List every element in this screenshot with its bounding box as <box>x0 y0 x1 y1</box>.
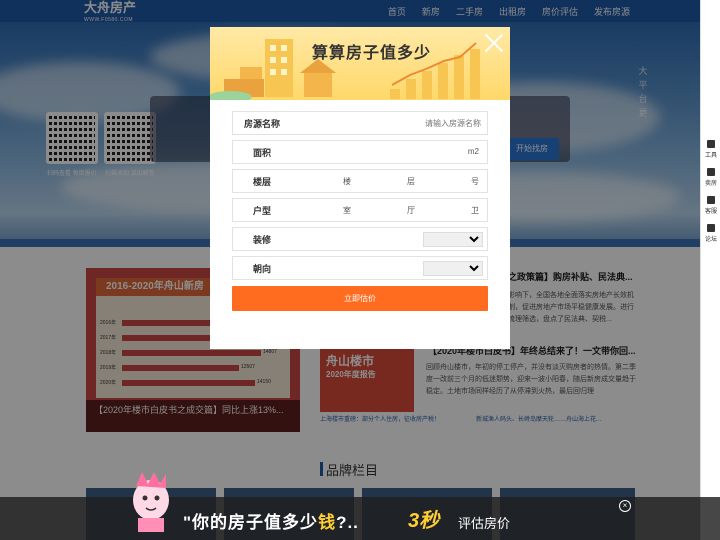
promo-text-b: ?.. <box>336 513 359 532</box>
promo-evaluate-label: 评估房价 <box>458 516 511 531</box>
promo-headline: "你的房子值多少钱?.. <box>183 508 359 533</box>
toolbar-forum[interactable]: 论坛 <box>701 224 720 243</box>
decoration-select[interactable] <box>423 232 483 247</box>
layout-unit-rooms: 室 <box>343 205 351 215</box>
decoration-label: 装修 <box>252 234 271 245</box>
house-icon <box>707 168 715 176</box>
chat-icon <box>707 196 715 204</box>
calculator-icon <box>707 140 715 148</box>
row-area: 面积 m2 <box>232 140 488 164</box>
area-label: 面积 <box>252 147 271 158</box>
promo-text-highlight: 钱 <box>318 513 337 532</box>
promo-text-a: "你的房子值多少 <box>183 513 319 532</box>
layout-label: 户型 <box>252 205 271 216</box>
floor-inputs[interactable]: 楼 层 号 <box>291 176 487 187</box>
price-estimate-modal: 算算房子值多少 房源名称 面积 m2 楼层 楼 层 号 户型 室 厅 卫 <box>210 27 510 349</box>
orientation-select[interactable] <box>423 261 483 276</box>
row-layout: 户型 室 厅 卫 <box>232 198 488 222</box>
promo-seconds: 3秒 <box>408 510 440 532</box>
area-unit: m2 <box>467 147 479 156</box>
layout-inputs[interactable]: 室 厅 卫 <box>291 205 487 216</box>
property-name-input[interactable] <box>291 112 487 134</box>
row-decoration: 装修 <box>232 227 488 251</box>
estimate-form: 房源名称 面积 m2 楼层 楼 层 号 户型 室 厅 卫 装修 <box>232 111 488 285</box>
area-input[interactable] <box>291 141 487 163</box>
toolbar-tools[interactable]: 工具 <box>701 140 720 159</box>
property-name-label: 房源名称 <box>243 118 280 129</box>
mascot-icon <box>133 472 169 532</box>
floor-unit-building: 楼 <box>343 176 351 186</box>
toolbar-sell-label: 卖房 <box>704 181 717 187</box>
row-orientation: 朝向 <box>232 256 488 280</box>
floor-label: 楼层 <box>252 176 271 187</box>
header-illustration <box>210 39 480 100</box>
modal-close-icon[interactable] <box>484 33 504 53</box>
estimate-submit-button[interactable]: 立即估价 <box>232 286 488 311</box>
modal-title: 算算房子值多少 <box>312 45 432 62</box>
layout-unit-halls: 厅 <box>407 205 415 215</box>
floor-unit-number: 号 <box>471 176 479 186</box>
toolbar-forum-label: 论坛 <box>704 237 717 243</box>
orientation-label: 朝向 <box>252 263 271 274</box>
bottom-promo-bar[interactable] <box>0 497 720 540</box>
modal-header: 算算房子值多少 <box>210 27 510 100</box>
toolbar-service[interactable]: 客服 <box>701 196 720 215</box>
toolbar-service-label: 客服 <box>704 209 717 215</box>
floor-unit-level: 层 <box>407 176 415 186</box>
toolbar-sell[interactable]: 卖房 <box>701 168 720 187</box>
promo-close-button[interactable]: × <box>619 500 631 512</box>
toolbar-tools-label: 工具 <box>704 153 717 159</box>
pencil-icon <box>707 224 715 232</box>
row-floor: 楼层 楼 层 号 <box>232 169 488 193</box>
layout-unit-baths: 卫 <box>471 205 479 215</box>
right-toolbar: 工具 卖房 客服 论坛 <box>700 0 720 540</box>
row-property-name: 房源名称 <box>232 111 488 135</box>
